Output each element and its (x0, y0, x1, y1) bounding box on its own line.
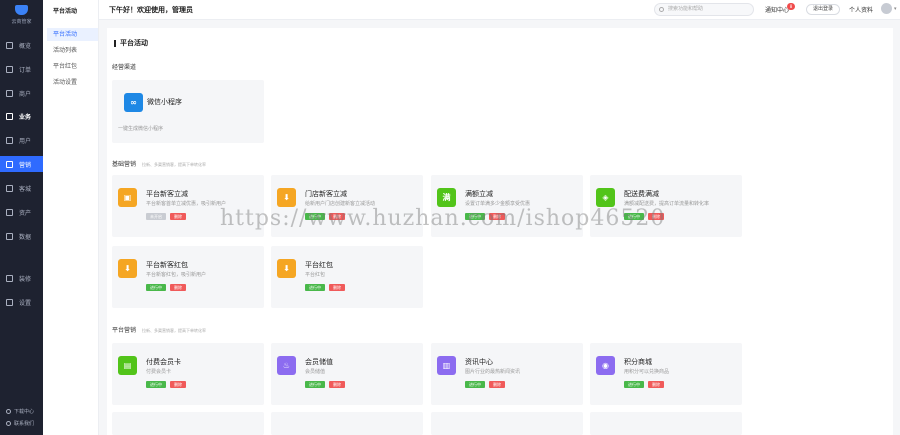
arrow-down-circle-icon: ⬇ (277, 188, 296, 207)
card-partial[interactable] (590, 412, 742, 435)
card-platform-newuser-redpack[interactable]: ⬇ 平台新客红包 平台新客红包，吸引新用户 进行中 删除 (112, 246, 264, 308)
logout-button[interactable]: 退出登录 (806, 4, 840, 15)
sidebar-item-orders[interactable]: 订单 (0, 61, 43, 77)
home-icon (6, 41, 13, 49)
contact-us-link[interactable]: 联系我们 (6, 420, 34, 427)
card-partial[interactable] (431, 412, 583, 435)
sidebar-item-settings[interactable]: 设置 (0, 294, 43, 310)
card-partial[interactable] (112, 412, 264, 435)
brand-logo[interactable]: 云商管家 (6, 4, 37, 28)
status-badge: 未开启 (146, 213, 166, 220)
sidebar-item-mall[interactable]: 客城 (0, 180, 43, 196)
card-member-recharge[interactable]: ♨ 会员储值 会员储值 进行中 删除 (271, 343, 423, 405)
sidebar-item-users[interactable]: 用户 (0, 132, 43, 148)
order-icon (6, 65, 13, 73)
delete-button[interactable]: 删除 (489, 381, 505, 388)
tag-icon: ◈ (596, 188, 615, 207)
sub-item-activity-list[interactable]: 活动列表 (47, 44, 98, 57)
chevron-down-icon[interactable]: ▾ (894, 6, 897, 12)
wallet-icon (6, 208, 13, 216)
delete-button[interactable]: 删除 (170, 284, 186, 291)
gift-icon: ▣ (118, 188, 137, 207)
brush-icon (6, 274, 13, 282)
notice-center-link[interactable]: 通知中心 (765, 5, 789, 14)
card-wechat-mini-program[interactable]: ∞ 微信小程序 一键生成微信小程序 (112, 80, 264, 143)
app-root: 云商管家 概览 订单 商户 业务 用户 营销 客城 资产 数据 装修 设置 下载… (0, 0, 900, 435)
delete-button[interactable]: 删除 (648, 381, 664, 388)
delete-button[interactable]: 删除 (170, 381, 186, 388)
page-title: 平台活动 (114, 40, 148, 47)
status-badge: 进行中 (624, 381, 644, 388)
card-news-center[interactable]: ▥ 资讯中心 图片行业的最热新闻资讯 进行中 删除 (431, 343, 583, 405)
main-sidebar: 云商管家 概览 订单 商户 业务 用户 营销 客城 资产 数据 装修 设置 下载… (0, 0, 43, 435)
sidebar-item-merchants[interactable]: 商户 (0, 85, 43, 101)
logo-mark-icon (15, 5, 28, 15)
top-bar: 下午好！欢迎使用，管理员 搜索功能和帮助 通知中心 8 退出登录 个人资料 ▾ (99, 0, 900, 20)
news-icon: ▥ (437, 356, 456, 375)
chart-icon (6, 232, 13, 240)
business-icon (6, 112, 13, 120)
profile-link[interactable]: 个人资料 (849, 5, 873, 14)
status-badge: 进行中 (465, 381, 485, 388)
member-card-icon: ▤ (118, 356, 137, 375)
redpack-icon: ⬇ (118, 259, 137, 278)
sidebar-item-marketing[interactable]: 营销 (0, 156, 43, 172)
search-icon (659, 7, 664, 12)
sub-item-platform-activity[interactable]: 平台活动 (47, 28, 98, 41)
sub-item-activity-settings[interactable]: 活动设置 (47, 76, 98, 89)
avatar[interactable] (881, 3, 892, 14)
sidebar-item-overview[interactable]: 概览 (0, 37, 43, 53)
sub-menu-title: 平台活动 (53, 8, 78, 15)
shop-icon (6, 89, 13, 97)
redpack-icon: ⬇ (277, 259, 296, 278)
status-badge: 进行中 (305, 381, 325, 388)
points-icon: ◉ (596, 356, 615, 375)
card-partial[interactable] (271, 412, 423, 435)
cake-icon: ♨ (277, 356, 296, 375)
sidebar-item-assets[interactable]: 资产 (0, 204, 43, 220)
status-badge: 进行中 (146, 284, 166, 291)
sidebar-item-data[interactable]: 数据 (0, 228, 43, 244)
card-name: 微信小程序 (147, 98, 182, 106)
delete-button[interactable]: 删除 (329, 284, 345, 291)
section-platform-title: 平台营销 拉新、多渠营销客，提高下单转化率 (112, 327, 207, 334)
gear-icon (6, 298, 13, 306)
section-basic-title: 基础营销 拉新、多渠营销客，提高下单转化率 (112, 161, 207, 168)
mall-icon (6, 184, 13, 192)
notice-count-badge: 8 (787, 3, 795, 10)
section-channel-title: 经营渠道 (112, 64, 137, 71)
phone-icon (6, 421, 11, 426)
card-platform-redpack[interactable]: ⬇ 平台红包 平台红包 进行中 删除 (271, 246, 423, 308)
delete-button[interactable]: 删除 (170, 213, 186, 220)
mini-program-icon: ∞ (124, 93, 143, 112)
sub-menu: 平台活动 平台活动 活动列表 平台红包 活动设置 (43, 0, 99, 435)
main-panel: 平台活动 经营渠道 ∞ 微信小程序 一键生成微信小程序 基础营销 拉新、多渠营销客… (107, 28, 893, 435)
delete-button[interactable]: 删除 (329, 381, 345, 388)
download-icon (6, 409, 11, 414)
marketing-icon (6, 160, 13, 168)
watermark-text: https://www.huzhan.com/ishop46520 (220, 206, 666, 231)
sidebar-item-decoration[interactable]: 装修 (0, 270, 43, 286)
logo-text: 云商管家 (11, 19, 32, 25)
status-badge: 进行中 (146, 381, 166, 388)
card-paid-member-card[interactable]: ▤ 付费会员卡 付费会员卡 进行中 删除 (112, 343, 264, 405)
user-icon (6, 136, 13, 144)
card-desc: 一键生成微信小程序 (118, 126, 164, 132)
download-center-link[interactable]: 下载中心 (6, 408, 34, 415)
status-badge: 进行中 (305, 284, 325, 291)
greeting-text: 下午好！欢迎使用，管理员 (109, 6, 193, 14)
search-input[interactable]: 搜索功能和帮助 (654, 3, 754, 16)
card-points-mall[interactable]: ◉ 积分商城 用积分可以兑换商品 进行中 删除 (590, 343, 742, 405)
sub-item-platform-redpack[interactable]: 平台红包 (47, 60, 98, 73)
sidebar-item-business[interactable]: 业务 (0, 108, 43, 124)
full-minus-icon: 满 (437, 188, 456, 207)
